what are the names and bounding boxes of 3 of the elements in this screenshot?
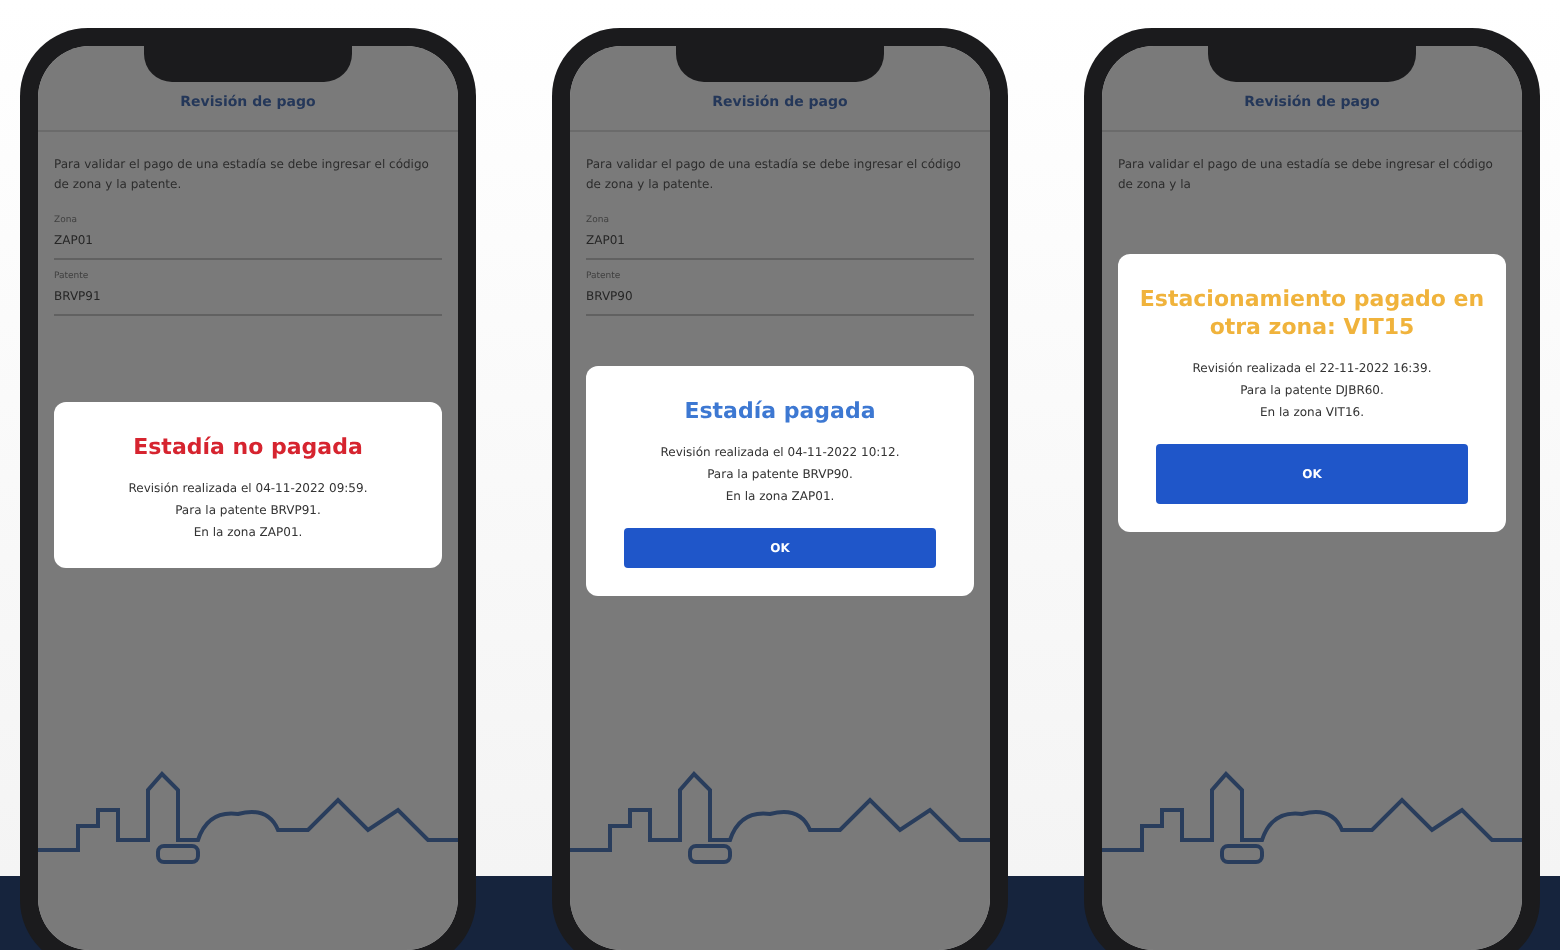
dialog-title: Estacionamiento pagado en otra zona: VIT15 [1138,286,1486,342]
dialog-title: Estadía pagada [684,398,876,426]
dialog-title: Estadía no pagada [133,434,363,462]
